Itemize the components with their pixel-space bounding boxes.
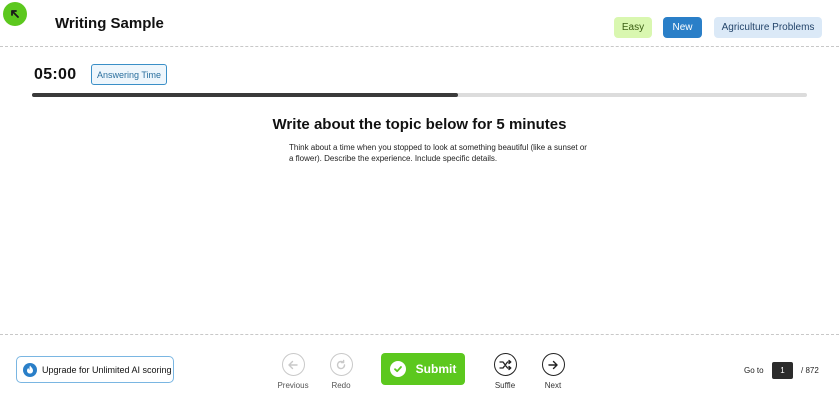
submit-label: Submit: [415, 362, 457, 376]
upgrade-button[interactable]: Upgrade for Unlimited AI scoring: [16, 356, 174, 383]
next-button[interactable]: Next: [538, 353, 568, 390]
submit-button[interactable]: Submit: [381, 353, 465, 385]
timer-progress-bar: [32, 93, 807, 97]
back-arrow-icon: [11, 10, 19, 18]
answering-time-badge: Answering Time: [91, 64, 167, 85]
footer-divider: [0, 334, 839, 335]
goto-total: / 872: [801, 366, 819, 375]
page-title: Writing Sample: [55, 15, 164, 32]
redo-button[interactable]: Redo: [326, 353, 356, 390]
timer-display: 05:00: [34, 66, 77, 83]
header-divider: [0, 46, 839, 47]
goto-page-input[interactable]: 1: [772, 362, 793, 379]
shuffle-label: Suffle: [494, 381, 516, 390]
redo-icon: [329, 353, 353, 376]
previous-button[interactable]: Previous: [276, 353, 310, 390]
next-label: Next: [544, 381, 562, 390]
arrow-right-icon: [541, 353, 565, 376]
timer-progress-fill: [32, 93, 459, 97]
redo-label: Redo: [331, 381, 351, 390]
previous-label: Previous: [277, 381, 309, 390]
goto-label: Go to: [744, 366, 764, 375]
check-icon: [389, 361, 406, 377]
flame-icon: [23, 362, 37, 377]
shuffle-icon: [493, 353, 517, 376]
upgrade-label: Upgrade for Unlimited AI scoring: [42, 364, 172, 375]
prompt-body: Think about a time when you stopped to l…: [289, 143, 587, 163]
category-badge: Agriculture Problems: [714, 17, 822, 38]
back-button[interactable]: [3, 2, 27, 26]
status-badge: New: [663, 17, 702, 38]
prompt-heading: Write about the topic below for 5 minute…: [272, 116, 567, 133]
difficulty-badge: Easy: [614, 17, 652, 38]
shuffle-button[interactable]: Suffle: [490, 353, 520, 390]
arrow-left-icon: [281, 353, 305, 376]
